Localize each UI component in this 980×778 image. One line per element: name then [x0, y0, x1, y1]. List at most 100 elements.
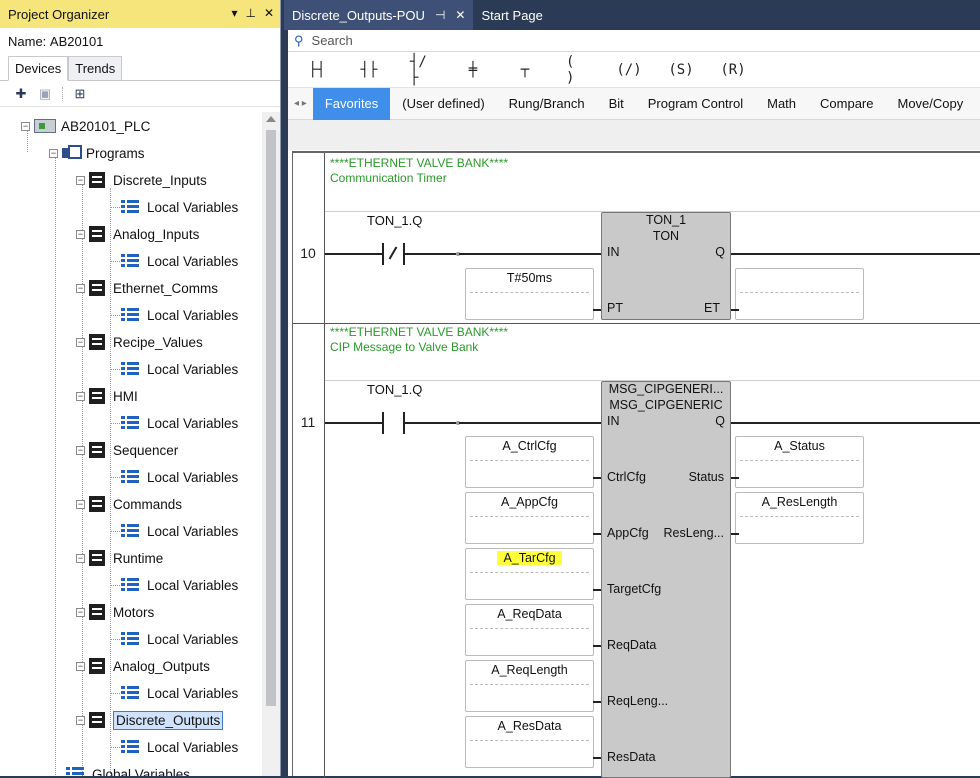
input-variable-box[interactable]: A_CtrlCfg [465, 436, 594, 488]
coil-set-icon[interactable]: (S) [668, 60, 693, 80]
rung-icon[interactable]: ├┤ [306, 60, 328, 80]
output-variable-box[interactable]: A_Status [735, 436, 864, 488]
collapse-icon[interactable]: − [76, 337, 85, 347]
tree-local-variables[interactable]: Local Variables [121, 304, 238, 326]
tree-program-item[interactable]: − Runtime [76, 547, 163, 569]
collapse-icon[interactable]: − [76, 661, 85, 671]
category-tab[interactable]: Compare [808, 88, 885, 120]
tree-program-item[interactable]: − Analog_Inputs [76, 223, 199, 245]
category-tab[interactable]: Math [755, 88, 808, 120]
rung-11-comment-1: ****ETHERNET VALVE BANK**** [330, 325, 509, 339]
category-tab[interactable]: Move/Copy [885, 88, 975, 120]
collapse-icon[interactable]: − [76, 499, 85, 509]
contact-no-icon[interactable]: ┤├ [358, 60, 380, 80]
category-tab[interactable]: Rung/Branch [497, 88, 597, 120]
collapse-icon[interactable]: − [76, 391, 85, 401]
category-tab[interactable]: Program Control [636, 88, 755, 120]
tree-program-item[interactable]: − Commands [76, 493, 182, 515]
pin-input: AppCfg [607, 526, 649, 540]
tree-program-item[interactable]: − HMI [76, 385, 138, 407]
input-variable-box[interactable]: A_ReqData [465, 604, 594, 656]
pin-stub [593, 701, 601, 703]
tree-root-plc[interactable]: − AB20101_PLC [21, 115, 150, 137]
tree-local-variables[interactable]: Local Variables [121, 628, 238, 650]
collapse-icon[interactable]: − [76, 715, 85, 725]
contact-no-left[interactable] [382, 412, 384, 434]
category-tab[interactable]: Favorites [312, 87, 391, 120]
dropdown-icon[interactable]: ▾ [231, 6, 237, 20]
input-variable-box[interactable]: A_AppCfg [465, 492, 594, 544]
scroll-left-icon[interactable]: ◂ ▸ [288, 98, 313, 109]
plc-icon [34, 119, 56, 133]
pin-icon[interactable]: ⊥ [245, 6, 255, 20]
search-input[interactable]: Search [312, 33, 353, 48]
tree-program-item[interactable]: − Recipe_Values [76, 331, 203, 353]
collapse-icon[interactable]: − [76, 553, 85, 563]
tree-local-variables[interactable]: Local Variables [121, 736, 238, 758]
ton-function-block[interactable]: TON_1 TON IN Q PT ET [601, 212, 731, 320]
tab-discrete-outputs-pou[interactable]: Discrete_Outputs-POU ⊣ ✕ [284, 0, 474, 30]
tab-trends[interactable]: Trends [68, 56, 123, 80]
ladder-diagram: ****ETHERNET VALVE BANK**** Communicatio… [292, 151, 980, 778]
function-block-icon[interactable]: ╪ [462, 60, 484, 80]
organizer-toolbar: ✚ ▣ ⊞ [0, 81, 280, 107]
contact-nc-icon[interactable]: ┤/├ [410, 54, 432, 86]
pt-input-box[interactable]: T#50ms [465, 268, 594, 320]
tree-local-variables[interactable]: Local Variables [121, 250, 238, 272]
contact-nc-left[interactable] [382, 243, 384, 265]
tree-program-label: Ethernet_Comms [113, 280, 219, 296]
editor-area: Discrete_Outputs-POU ⊣ ✕ Start Page ⚲ Se… [284, 0, 980, 778]
remove-item-icon[interactable]: ▣ [38, 86, 52, 101]
coil-negated-icon[interactable]: (/) [616, 60, 641, 80]
branch-icon[interactable]: ┬ [514, 60, 536, 80]
tree-scrollbar[interactable] [262, 112, 280, 776]
scroll-up-icon[interactable] [266, 116, 276, 122]
tree-program-item[interactable]: − Motors [76, 601, 154, 623]
scrollbar-thumb[interactable] [266, 130, 276, 706]
tree-local-variables[interactable]: Local Variables [121, 574, 238, 596]
tree-programs[interactable]: − Programs [49, 142, 145, 164]
msg-cipgeneric-block[interactable]: MSG_CIPGENERI... MSG_CIPGENERIC IN Q Ctr… [601, 381, 731, 778]
input-variable-box[interactable]: A_ResData [465, 716, 594, 768]
tab-devices[interactable]: Devices [8, 56, 69, 81]
tree-program-item[interactable]: − Discrete_Outputs [76, 709, 224, 731]
tree-local-variables[interactable]: Local Variables [121, 412, 238, 434]
add-item-icon[interactable]: ✚ [14, 86, 28, 101]
tree-local-variables[interactable]: Local Variables [121, 682, 238, 704]
category-tab[interactable]: (User defined) [390, 88, 496, 120]
tree-program-item[interactable]: − Ethernet_Comms [76, 277, 218, 299]
collapse-icon[interactable]: − [76, 175, 85, 185]
tree-view-icon[interactable]: ⊞ [73, 86, 87, 101]
pin-in: IN [607, 245, 620, 259]
tree-local-variables[interactable]: Local Variables [121, 520, 238, 542]
collapse-icon[interactable]: − [76, 607, 85, 617]
tree-local-variables[interactable]: Local Variables [121, 466, 238, 488]
tree-local-variables-label: Local Variables [147, 577, 239, 593]
input-variable-box[interactable]: A_ReqLength [465, 660, 594, 712]
category-tab[interactable]: Bit [597, 88, 636, 120]
tree-program-item[interactable]: − Analog_Outputs [76, 655, 210, 677]
tree-local-variables[interactable]: Local Variables [121, 358, 238, 380]
collapse-icon[interactable]: − [49, 148, 58, 158]
input-variable-box[interactable]: A_TarCfg [465, 548, 594, 600]
list-icon [121, 308, 139, 322]
collapse-icon[interactable]: − [76, 283, 85, 293]
collapse-icon[interactable]: − [21, 121, 30, 131]
collapse-icon[interactable]: − [76, 445, 85, 455]
tree-local-variables[interactable]: Local Variables [121, 196, 238, 218]
pin-input: ReqLeng... [607, 694, 669, 708]
tab-start-page[interactable]: Start Page [473, 0, 550, 30]
coil-reset-icon[interactable]: (R) [720, 60, 745, 80]
tree-program-item[interactable]: − Sequencer [76, 439, 178, 461]
tree-global-variables[interactable]: Global Variables [66, 763, 190, 776]
tree-program-item[interactable]: − Discrete_Inputs [76, 169, 207, 191]
collapse-icon[interactable]: − [76, 229, 85, 239]
pin-tab-icon[interactable]: ⊣ [435, 8, 445, 22]
coil-icon[interactable]: ( ) [566, 54, 588, 86]
output-variable-box[interactable]: A_ResLength [735, 492, 864, 544]
toolbox-search[interactable]: ⚲ Search [288, 30, 980, 52]
close-tab-icon[interactable]: ✕ [455, 8, 465, 22]
block-instance-name: TON_1 [645, 213, 687, 227]
close-icon[interactable]: ✕ [264, 6, 274, 20]
et-output-box[interactable] [735, 268, 864, 320]
